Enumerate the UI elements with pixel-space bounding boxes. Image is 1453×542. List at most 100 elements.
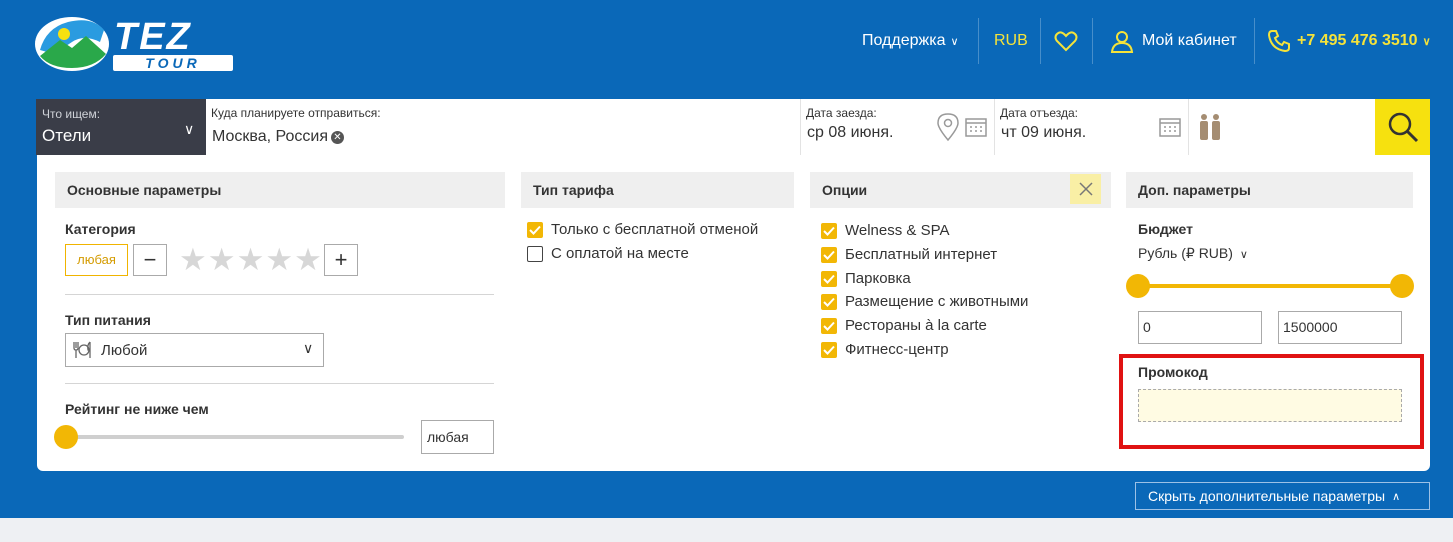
search-type-value: Отели	[42, 126, 92, 145]
checkbox-checked[interactable]	[527, 221, 543, 238]
option-label: Welness & SPA	[845, 222, 950, 239]
checkmark-icon	[529, 225, 541, 235]
calendar-icon	[965, 118, 987, 137]
budget-currency-select[interactable]: Рубль (₽ RUB) ∨	[1138, 245, 1248, 262]
filters-panel: Основные параметры Тип тарифа Опции Доп.…	[37, 155, 1430, 471]
budget-max-handle[interactable]	[1390, 274, 1414, 298]
chevron-down-icon: ∨	[950, 35, 959, 48]
checkbox-checked[interactable]	[821, 317, 837, 334]
rating-label: Рейтинг не ниже чем	[65, 401, 209, 417]
guests-selector[interactable]	[1188, 99, 1374, 155]
page-background	[0, 518, 1453, 542]
rating-input[interactable]: любая	[421, 420, 494, 454]
phone-icon	[1267, 30, 1290, 53]
logo-subtitle: TOUR	[113, 55, 233, 71]
budget-min-input[interactable]: 0	[1138, 311, 1262, 344]
star-rating[interactable]: ★★★★★	[179, 244, 323, 276]
nav-currency[interactable]: RUB	[994, 22, 1028, 60]
nav-phone[interactable]: +7 495 476 3510 ∨	[1267, 22, 1431, 60]
search-icon	[1388, 112, 1418, 143]
divider	[65, 383, 494, 384]
nav-divider	[978, 18, 979, 64]
category-increase-button[interactable]: +	[324, 244, 358, 276]
category-label: Категория	[65, 221, 136, 237]
option-label: Фитнесс-центр	[845, 341, 949, 358]
option-label: Рестораны à la carte	[845, 317, 987, 334]
checkmark-icon	[823, 226, 835, 236]
checkin-date-field[interactable]: Дата заезда: ср 08 июня.	[800, 99, 994, 155]
clear-destination-icon[interactable]: ✕	[330, 131, 344, 144]
tez-tour-logo[interactable]: TEZ TOUR	[34, 12, 238, 72]
checkbox-checked[interactable]	[821, 270, 837, 287]
chevron-down-icon: ∨	[184, 121, 195, 137]
checkmark-icon	[823, 345, 835, 355]
heart-icon	[1054, 31, 1078, 52]
promo-code-input[interactable]	[1138, 389, 1402, 422]
hide-extra-params-label: Скрыть дополнительные параметры	[1148, 488, 1386, 504]
search-button[interactable]	[1375, 99, 1430, 155]
tariff-header: Тип тарифа	[521, 172, 794, 208]
nav-support-label: Поддержка	[862, 32, 946, 49]
option-item[interactable]: Парковка	[821, 270, 911, 287]
nav-divider	[1040, 18, 1041, 64]
close-icon	[1078, 182, 1093, 196]
nav-cabinet[interactable]: Мой кабинет	[1110, 22, 1237, 60]
user-icon	[1110, 31, 1134, 53]
option-item[interactable]: Рестораны à la carte	[821, 317, 987, 334]
search-type-label: Что ищем:	[42, 107, 101, 121]
logo-mountain-icon	[35, 17, 109, 71]
clear-options-button[interactable]	[1070, 174, 1101, 204]
budget-slider-track[interactable]	[1137, 284, 1403, 288]
nav-divider	[1254, 18, 1255, 64]
extra-params-header: Доп. параметры	[1126, 172, 1413, 208]
promo-code-label: Промокод	[1138, 364, 1208, 380]
calendar-icon	[1159, 118, 1181, 137]
checkbox-unchecked[interactable]	[527, 245, 543, 262]
nav-support[interactable]: Поддержка ∨	[862, 22, 959, 60]
category-decrease-button[interactable]: −	[133, 244, 167, 276]
category-value[interactable]: любая	[65, 244, 128, 276]
tariff-option-free-cancel[interactable]: Только с бесплатной отменой	[527, 221, 758, 238]
search-bar: Что ищем: Отели ∨ Куда планируете отправ…	[36, 99, 1430, 155]
checkmark-icon	[823, 274, 835, 284]
option-item[interactable]: Welness & SPA	[821, 222, 950, 239]
option-label: Парковка	[845, 270, 911, 287]
rating-slider-track[interactable]	[65, 435, 404, 439]
destination-text: Москва, Россия	[212, 128, 328, 145]
budget-max-input[interactable]: 1500000	[1278, 311, 1402, 344]
checkbox-checked[interactable]	[821, 293, 837, 310]
divider	[65, 294, 494, 295]
option-item[interactable]: Фитнесс-центр	[821, 341, 949, 358]
option-label: Размещение с животными	[845, 293, 1029, 310]
destination-field[interactable]: Куда планируете отправиться: Москва, Рос…	[206, 99, 959, 155]
budget-min-handle[interactable]	[1126, 274, 1150, 298]
food-type-select[interactable]: Любой ∨	[65, 333, 324, 367]
checkbox-checked[interactable]	[821, 246, 837, 263]
checkout-value: чт 09 июня.	[1001, 124, 1087, 141]
checkmark-icon	[823, 321, 835, 331]
chevron-up-icon: ∧	[1392, 490, 1401, 503]
rating-slider-handle[interactable]	[54, 425, 78, 449]
option-item[interactable]: Размещение с животными	[821, 293, 1028, 310]
destination-label: Куда планируете отправиться:	[211, 106, 381, 120]
options-header: Опции	[810, 172, 1111, 208]
checkbox-checked[interactable]	[821, 341, 837, 358]
tariff-option-label: С оплатой на месте	[551, 245, 689, 262]
hide-extra-params-button[interactable]: Скрыть дополнительные параметры ∧	[1135, 482, 1430, 510]
checkin-value: ср 08 июня.	[807, 124, 894, 141]
search-type-select[interactable]: Что ищем: Отели ∨	[36, 99, 206, 155]
destination-value: Москва, Россия ✕	[212, 128, 344, 146]
food-type-label: Тип питания	[65, 312, 151, 328]
checkout-label: Дата отъезда:	[1000, 106, 1078, 120]
checkout-date-field[interactable]: Дата отъезда: чт 09 июня.	[994, 99, 1188, 155]
food-type-value: Любой	[101, 342, 148, 359]
budget-currency-value: Рубль (₽ RUB)	[1138, 245, 1233, 261]
checkin-label: Дата заезда:	[806, 106, 877, 120]
main-params-header: Основные параметры	[55, 172, 505, 208]
checkmark-icon	[823, 250, 835, 260]
option-item[interactable]: Бесплатный интернет	[821, 246, 997, 263]
cutlery-icon	[73, 341, 91, 358]
favorites-button[interactable]	[1054, 22, 1078, 60]
tariff-option-pay-onsite[interactable]: С оплатой на месте	[527, 245, 689, 262]
checkbox-checked[interactable]	[821, 222, 837, 239]
